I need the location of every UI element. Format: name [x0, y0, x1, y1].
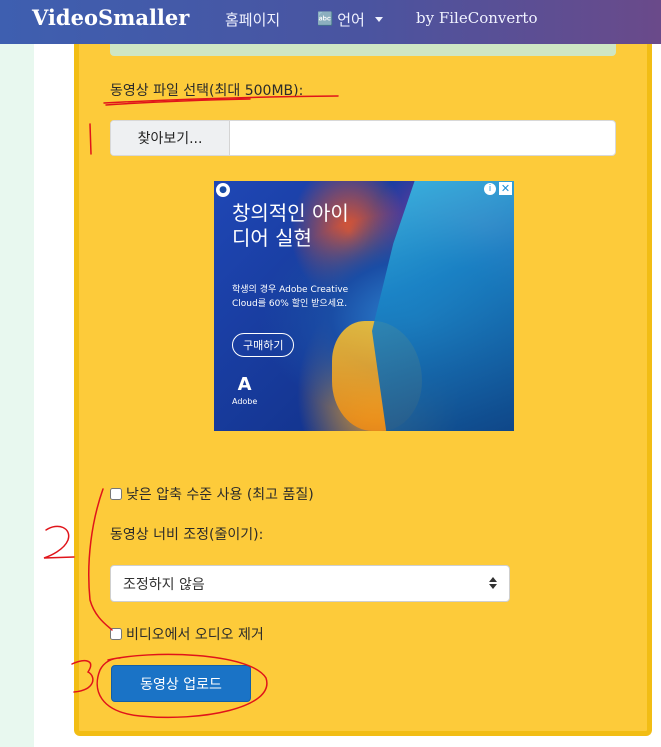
- width-select-value: 조정하지 않음: [123, 576, 205, 593]
- remove-audio-checkbox[interactable]: [110, 628, 122, 640]
- translate-icon: 🔤: [317, 12, 334, 27]
- top-navbar: VideoSmaller 홈페이지 🔤 언어 by FileConverto: [0, 0, 661, 44]
- low-compression-label: 낮은 압축 수준 사용 (최고 품질): [126, 487, 314, 503]
- file-input[interactable]: 찾아보기...: [110, 120, 616, 156]
- caret-down-icon: [374, 17, 383, 22]
- low-compression-option[interactable]: 낮은 압축 수준 사용 (최고 품질): [110, 484, 314, 504]
- select-arrows-icon: [489, 576, 497, 590]
- width-adjust-label: 동영상 너비 조정(줄이기):: [110, 527, 264, 543]
- adobe-logo: Adobe: [232, 374, 258, 406]
- width-select[interactable]: 조정하지 않음: [110, 565, 510, 602]
- ad-buy-button[interactable]: 구매하기: [232, 333, 295, 357]
- remove-audio-option[interactable]: 비디오에서 오디오 제거: [110, 624, 264, 644]
- file-select-label: 동영상 파일 선택(최대 500MB):: [110, 83, 304, 99]
- brand-logo[interactable]: VideoSmaller: [32, 5, 189, 30]
- panel-top-strip: [110, 44, 616, 56]
- adobe-logo-icon: [235, 374, 255, 395]
- nav-by-link[interactable]: by FileConverto: [416, 9, 537, 27]
- nav-home-link[interactable]: 홈페이지: [225, 9, 280, 30]
- ad-title: 창의적인 아이디어 실현: [232, 201, 349, 250]
- nav-language-label: 언어: [337, 11, 365, 29]
- remove-audio-label: 비디오에서 오디오 제거: [126, 627, 264, 643]
- adobe-logo-text: Adobe: [232, 397, 258, 406]
- ad-subtitle: 학생의 경우 Adobe Creative Cloud를 60% 할인 받으세요…: [232, 285, 349, 309]
- advertisement[interactable]: ● i ✕ 창의적인 아이디어 실현 학생의 경우 Adobe Creative…: [214, 181, 514, 431]
- upload-button[interactable]: 동영상 업로드: [111, 665, 251, 702]
- browse-button[interactable]: 찾아보기...: [111, 121, 230, 155]
- ad-close-icon[interactable]: ✕: [499, 182, 512, 195]
- nav-language-dropdown[interactable]: 🔤 언어: [317, 9, 383, 30]
- ad-shield-icon: ●: [216, 183, 230, 197]
- low-compression-checkbox[interactable]: [110, 488, 122, 500]
- ad-info-icon[interactable]: i: [484, 183, 496, 195]
